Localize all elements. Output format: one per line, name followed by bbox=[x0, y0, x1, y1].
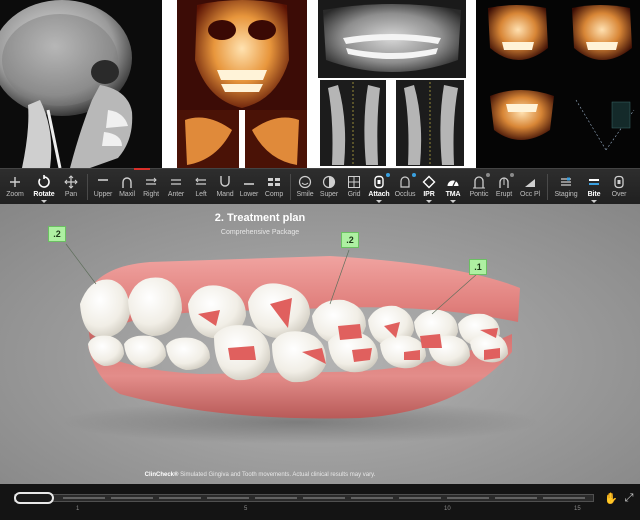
tool-occ-pl[interactable]: Occ Pl bbox=[516, 169, 544, 205]
left-view-icon bbox=[193, 175, 209, 189]
tool-comp[interactable]: Comp bbox=[261, 169, 287, 205]
bite-icon bbox=[586, 175, 602, 189]
tool-maxil[interactable]: Maxil bbox=[115, 169, 139, 205]
ipr-icon bbox=[421, 175, 437, 189]
stage-number: 10 bbox=[444, 506, 451, 512]
cephalometric-xray[interactable] bbox=[0, 0, 162, 168]
toolbar-separator bbox=[87, 174, 88, 200]
toolbar-separator bbox=[547, 174, 548, 200]
pontic-icon bbox=[471, 175, 487, 189]
tool-left[interactable]: Left bbox=[189, 169, 213, 205]
active-indicator-dot bbox=[386, 173, 390, 177]
clincheck-disclaimer: ClinCheck® Simulated Gingiva and Tooth m… bbox=[0, 472, 520, 478]
expand-icon[interactable]: ⤢ bbox=[622, 492, 636, 506]
staging-timeline: 1 5 10 15 ✋ ⤢ bbox=[0, 484, 640, 520]
ipr-tag[interactable]: .2 bbox=[341, 232, 359, 248]
tool-grid[interactable]: Grid bbox=[342, 169, 366, 205]
timeline-track[interactable] bbox=[14, 494, 594, 502]
anterior-view-icon bbox=[168, 175, 184, 189]
overlay-icon bbox=[611, 175, 627, 189]
toolbar-separator bbox=[290, 174, 291, 200]
mandibular-icon bbox=[217, 175, 233, 189]
tool-over[interactable]: Over bbox=[607, 169, 631, 205]
grid-icon bbox=[346, 175, 362, 189]
zoom-icon bbox=[7, 175, 23, 189]
panel-divider bbox=[466, 0, 476, 168]
tool-pontic[interactable]: Pontic bbox=[466, 169, 492, 205]
active-indicator-dot bbox=[486, 173, 490, 177]
timeline-stage-numbers: 1 5 10 15 bbox=[14, 506, 594, 516]
tool-anter[interactable]: Anter bbox=[163, 169, 189, 205]
radiograph-strip bbox=[0, 0, 640, 168]
occlusal-plane-icon bbox=[522, 175, 538, 189]
clincheck-brand: ClinCheck® bbox=[144, 472, 179, 478]
tool-smile[interactable]: Smile bbox=[294, 169, 316, 205]
superimpose-icon bbox=[321, 175, 337, 189]
clincheck-toolbar: Zoom Rotate Pan Upper Maxil Right Anter bbox=[0, 168, 640, 204]
tool-ipr[interactable]: IPR bbox=[418, 169, 440, 205]
tma-icon bbox=[445, 175, 461, 189]
attachment-icon bbox=[371, 175, 387, 189]
smile-icon bbox=[297, 175, 313, 189]
timeline-current-stage[interactable] bbox=[14, 492, 54, 504]
right-view-icon bbox=[143, 175, 159, 189]
tool-occlus[interactable]: Occlus bbox=[392, 169, 418, 205]
disclaimer-text: Simulated Gingiva and Tooth movements. A… bbox=[178, 472, 376, 478]
occlusion-icon bbox=[397, 175, 413, 189]
maxillary-icon bbox=[119, 175, 135, 189]
compare-icon bbox=[266, 175, 282, 189]
pan-icon bbox=[63, 175, 79, 189]
tool-erupt[interactable]: Erupt bbox=[492, 169, 516, 205]
tool-super[interactable]: Super bbox=[316, 169, 342, 205]
tool-zoom[interactable]: Zoom bbox=[0, 169, 30, 205]
panel-divider bbox=[307, 0, 318, 168]
stage-number: 1 bbox=[76, 506, 80, 512]
panoramic-xray[interactable] bbox=[318, 0, 466, 168]
treatment-package-subtitle: Comprehensive Package bbox=[220, 229, 300, 236]
treatment-plan-title: 2. Treatment plan bbox=[214, 212, 306, 224]
lower-jaw-icon bbox=[241, 175, 257, 189]
panel-divider bbox=[162, 0, 177, 168]
upper-jaw-icon bbox=[95, 175, 111, 189]
stage-number: 5 bbox=[244, 506, 248, 512]
tool-attach[interactable]: Attach bbox=[366, 169, 392, 205]
tool-right[interactable]: Right bbox=[139, 169, 163, 205]
app-window: Zoom Rotate Pan Upper Maxil Right Anter bbox=[0, 0, 640, 520]
staging-icon bbox=[558, 175, 574, 189]
tool-rotate[interactable]: Rotate bbox=[30, 169, 58, 205]
tool-bite[interactable]: Bite bbox=[581, 169, 607, 205]
tool-upper[interactable]: Upper bbox=[91, 169, 115, 205]
tool-tma[interactable]: TMA bbox=[440, 169, 466, 205]
dentition-3d-model[interactable] bbox=[0, 204, 640, 484]
cbct-multiview[interactable] bbox=[476, 0, 640, 168]
rotate-icon bbox=[36, 175, 52, 189]
tool-pan[interactable]: Pan bbox=[58, 169, 84, 205]
active-indicator-dot bbox=[412, 173, 416, 177]
tool-mand[interactable]: Mand bbox=[213, 169, 237, 205]
tool-staging[interactable]: Staging bbox=[551, 169, 581, 205]
cbct-3d-render[interactable] bbox=[177, 0, 307, 168]
active-indicator-dot bbox=[510, 173, 514, 177]
eruption-icon bbox=[496, 175, 512, 189]
ipr-tag[interactable]: .1 bbox=[469, 259, 487, 275]
tool-lower[interactable]: Lower bbox=[237, 169, 261, 205]
ipr-tag[interactable]: .2 bbox=[48, 226, 66, 242]
toolbar-highlight-mark bbox=[134, 168, 150, 170]
stage-number: 15 bbox=[574, 506, 581, 512]
treatment-3d-viewer[interactable]: 2. Treatment plan Comprehensive Package … bbox=[0, 204, 640, 484]
hand-icon[interactable]: ✋ bbox=[604, 492, 618, 506]
